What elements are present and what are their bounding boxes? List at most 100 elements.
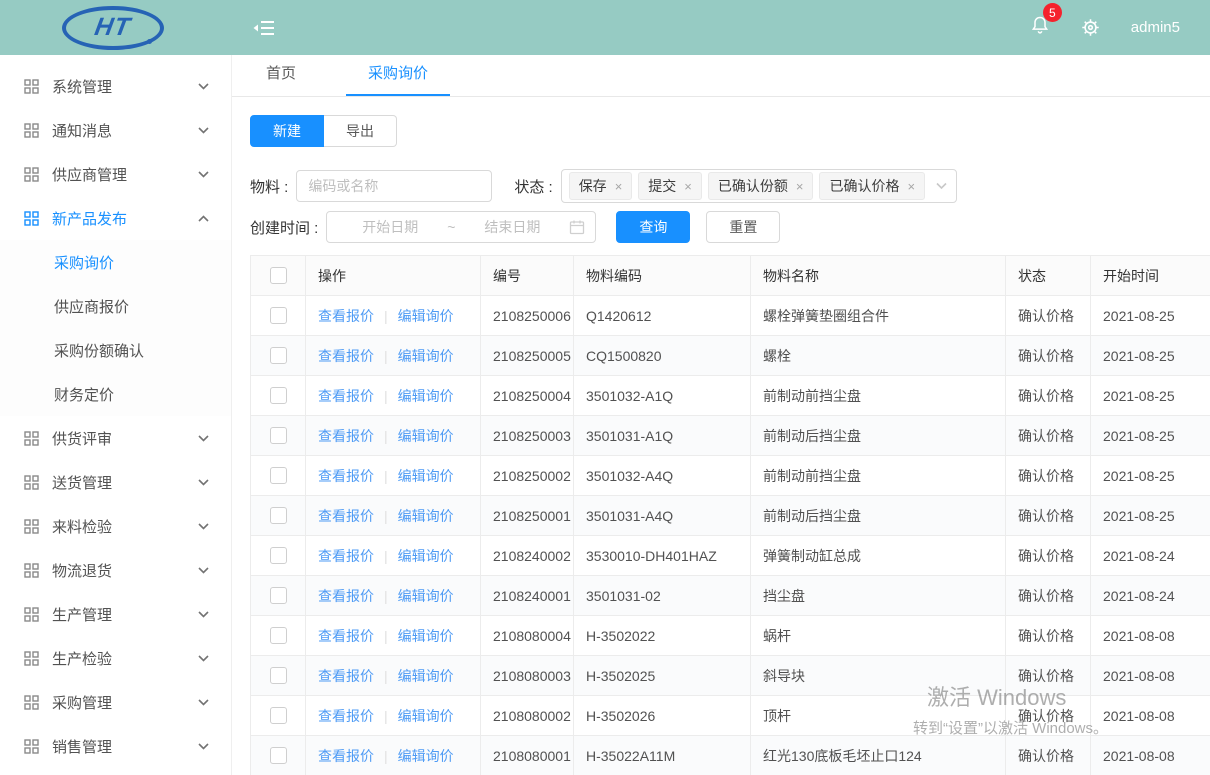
user-menu[interactable]: admin5 <box>1131 19 1180 36</box>
sidebar-item-label: 来料检验 <box>52 516 198 537</box>
row-checkbox[interactable] <box>270 347 287 364</box>
edit-inquiry-link[interactable]: 编辑询价 <box>398 346 454 366</box>
sidebar-collapse-button[interactable] <box>252 18 276 38</box>
sidebar-item-label: 新产品发布 <box>52 208 198 229</box>
view-quote-link[interactable]: 查看报价 <box>318 666 374 686</box>
row-checkbox[interactable] <box>270 427 287 444</box>
row-checkbox[interactable] <box>270 707 287 724</box>
material-input[interactable] <box>296 170 492 202</box>
tab-home[interactable]: 首页 <box>258 62 304 96</box>
cell-start-time: 2021-08-24 <box>1091 576 1210 616</box>
grid-icon <box>24 211 39 226</box>
view-quote-link[interactable]: 查看报价 <box>318 306 374 326</box>
view-quote-link[interactable]: 查看报价 <box>318 426 374 446</box>
sidebar-item-11[interactable]: 来料检验 <box>0 504 231 548</box>
cell-number: 2108250006 <box>481 296 574 336</box>
date-range-picker[interactable]: 开始日期 ~ 结束日期 <box>326 211 596 243</box>
sidebar-item-4[interactable]: 新产品发布 <box>0 196 231 240</box>
view-quote-link[interactable]: 查看报价 <box>318 466 374 486</box>
sidebar-item-6[interactable]: 供应商报价 <box>0 284 231 328</box>
cell-status: 确认价格 <box>1006 456 1091 496</box>
select-all-checkbox[interactable] <box>270 267 287 284</box>
status-tag[interactable]: 提交 × <box>638 172 702 200</box>
row-checkbox[interactable] <box>270 547 287 564</box>
row-actions: 查看报价 | 编辑询价 <box>318 346 468 366</box>
edit-inquiry-link[interactable]: 编辑询价 <box>398 506 454 526</box>
row-checkbox[interactable] <box>270 627 287 644</box>
row-checkbox[interactable] <box>270 667 287 684</box>
grid-icon <box>24 607 39 622</box>
sidebar-item-16[interactable]: 销售管理 <box>0 724 231 768</box>
tab-purchase-inquiry[interactable]: 采购询价 <box>360 62 436 96</box>
edit-inquiry-link[interactable]: 编辑询价 <box>398 426 454 446</box>
cell-material-code: 3501032-A4Q <box>574 456 751 496</box>
gear-icon <box>1080 17 1101 38</box>
edit-inquiry-link[interactable]: 编辑询价 <box>398 706 454 726</box>
row-checkbox[interactable] <box>270 507 287 524</box>
status-multiselect[interactable]: 保存 × 提交 × 已确认份额 × 已确认价格 × <box>561 169 957 203</box>
sidebar-item-12[interactable]: 物流退货 <box>0 548 231 592</box>
cell-material-code: H-3502022 <box>574 616 751 656</box>
search-button[interactable]: 查询 <box>616 211 690 243</box>
export-button[interactable]: 导出 <box>324 115 397 147</box>
cell-status: 确认价格 <box>1006 696 1091 736</box>
sidebar-item-14[interactable]: 生产检验 <box>0 636 231 680</box>
status-tag[interactable]: 保存 × <box>569 172 633 200</box>
cell-number: 2108240001 <box>481 576 574 616</box>
cell-material-code: H-35022A11M <box>574 736 751 775</box>
table-row: 查看报价 | 编辑询价 2108080003 H-3502025 斜导块 确认价… <box>251 656 1210 696</box>
view-quote-link[interactable]: 查看报价 <box>318 546 374 566</box>
cell-status: 确认价格 <box>1006 296 1091 336</box>
sidebar-item-8[interactable]: 财务定价 <box>0 372 231 416</box>
view-quote-link[interactable]: 查看报价 <box>318 506 374 526</box>
view-quote-link[interactable]: 查看报价 <box>318 586 374 606</box>
sidebar-item-3[interactable]: 供应商管理 <box>0 152 231 196</box>
cell-status: 确认价格 <box>1006 416 1091 456</box>
tag-close-icon[interactable]: × <box>615 180 623 193</box>
sidebar-item-label: 供应商报价 <box>54 296 209 317</box>
edit-inquiry-link[interactable]: 编辑询价 <box>398 746 454 766</box>
tag-close-icon[interactable]: × <box>907 180 915 193</box>
edit-inquiry-link[interactable]: 编辑询价 <box>398 586 454 606</box>
view-quote-link[interactable]: 查看报价 <box>318 346 374 366</box>
row-checkbox[interactable] <box>270 587 287 604</box>
edit-inquiry-link[interactable]: 编辑询价 <box>398 466 454 486</box>
new-button[interactable]: 新建 <box>250 115 324 147</box>
sidebar-item-1[interactable]: 系统管理 <box>0 64 231 108</box>
notifications-button[interactable]: 5 <box>1030 14 1050 41</box>
row-checkbox[interactable] <box>270 387 287 404</box>
column-material-name: 物料名称 <box>751 256 1006 296</box>
settings-button[interactable] <box>1080 17 1101 38</box>
notification-badge: 5 <box>1043 3 1062 22</box>
action-divider: | <box>384 508 388 524</box>
view-quote-link[interactable]: 查看报价 <box>318 746 374 766</box>
sidebar-item-5[interactable]: 采购询价 <box>0 240 231 284</box>
edit-inquiry-link[interactable]: 编辑询价 <box>398 666 454 686</box>
status-tag[interactable]: 已确认价格 × <box>819 172 925 200</box>
sidebar-item-2[interactable]: 通知消息 <box>0 108 231 152</box>
reset-button[interactable]: 重置 <box>706 211 780 243</box>
cell-start-time: 2021-08-08 <box>1091 696 1210 736</box>
view-quote-link[interactable]: 查看报价 <box>318 706 374 726</box>
view-quote-link[interactable]: 查看报价 <box>318 386 374 406</box>
edit-inquiry-link[interactable]: 编辑询价 <box>398 626 454 646</box>
view-quote-link[interactable]: 查看报价 <box>318 626 374 646</box>
edit-inquiry-link[interactable]: 编辑询价 <box>398 546 454 566</box>
tag-close-icon[interactable]: × <box>684 180 692 193</box>
status-tag[interactable]: 已确认份额 × <box>708 172 814 200</box>
tag-close-icon[interactable]: × <box>796 180 804 193</box>
edit-inquiry-link[interactable]: 编辑询价 <box>398 386 454 406</box>
chevron-down-icon <box>936 183 947 190</box>
row-checkbox[interactable] <box>270 747 287 764</box>
sidebar-item-7[interactable]: 采购份额确认 <box>0 328 231 372</box>
row-checkbox[interactable] <box>270 307 287 324</box>
sidebar-item-9[interactable]: 供货评审 <box>0 416 231 460</box>
edit-inquiry-link[interactable]: 编辑询价 <box>398 306 454 326</box>
company-logo[interactable]: HT <box>62 6 164 50</box>
sidebar-item-13[interactable]: 生产管理 <box>0 592 231 636</box>
sidebar-item-15[interactable]: 采购管理 <box>0 680 231 724</box>
row-actions: 查看报价 | 编辑询价 <box>318 586 468 606</box>
sidebar-item-10[interactable]: 送货管理 <box>0 460 231 504</box>
row-checkbox[interactable] <box>270 467 287 484</box>
header-right: 5 admin5 <box>1030 14 1180 41</box>
